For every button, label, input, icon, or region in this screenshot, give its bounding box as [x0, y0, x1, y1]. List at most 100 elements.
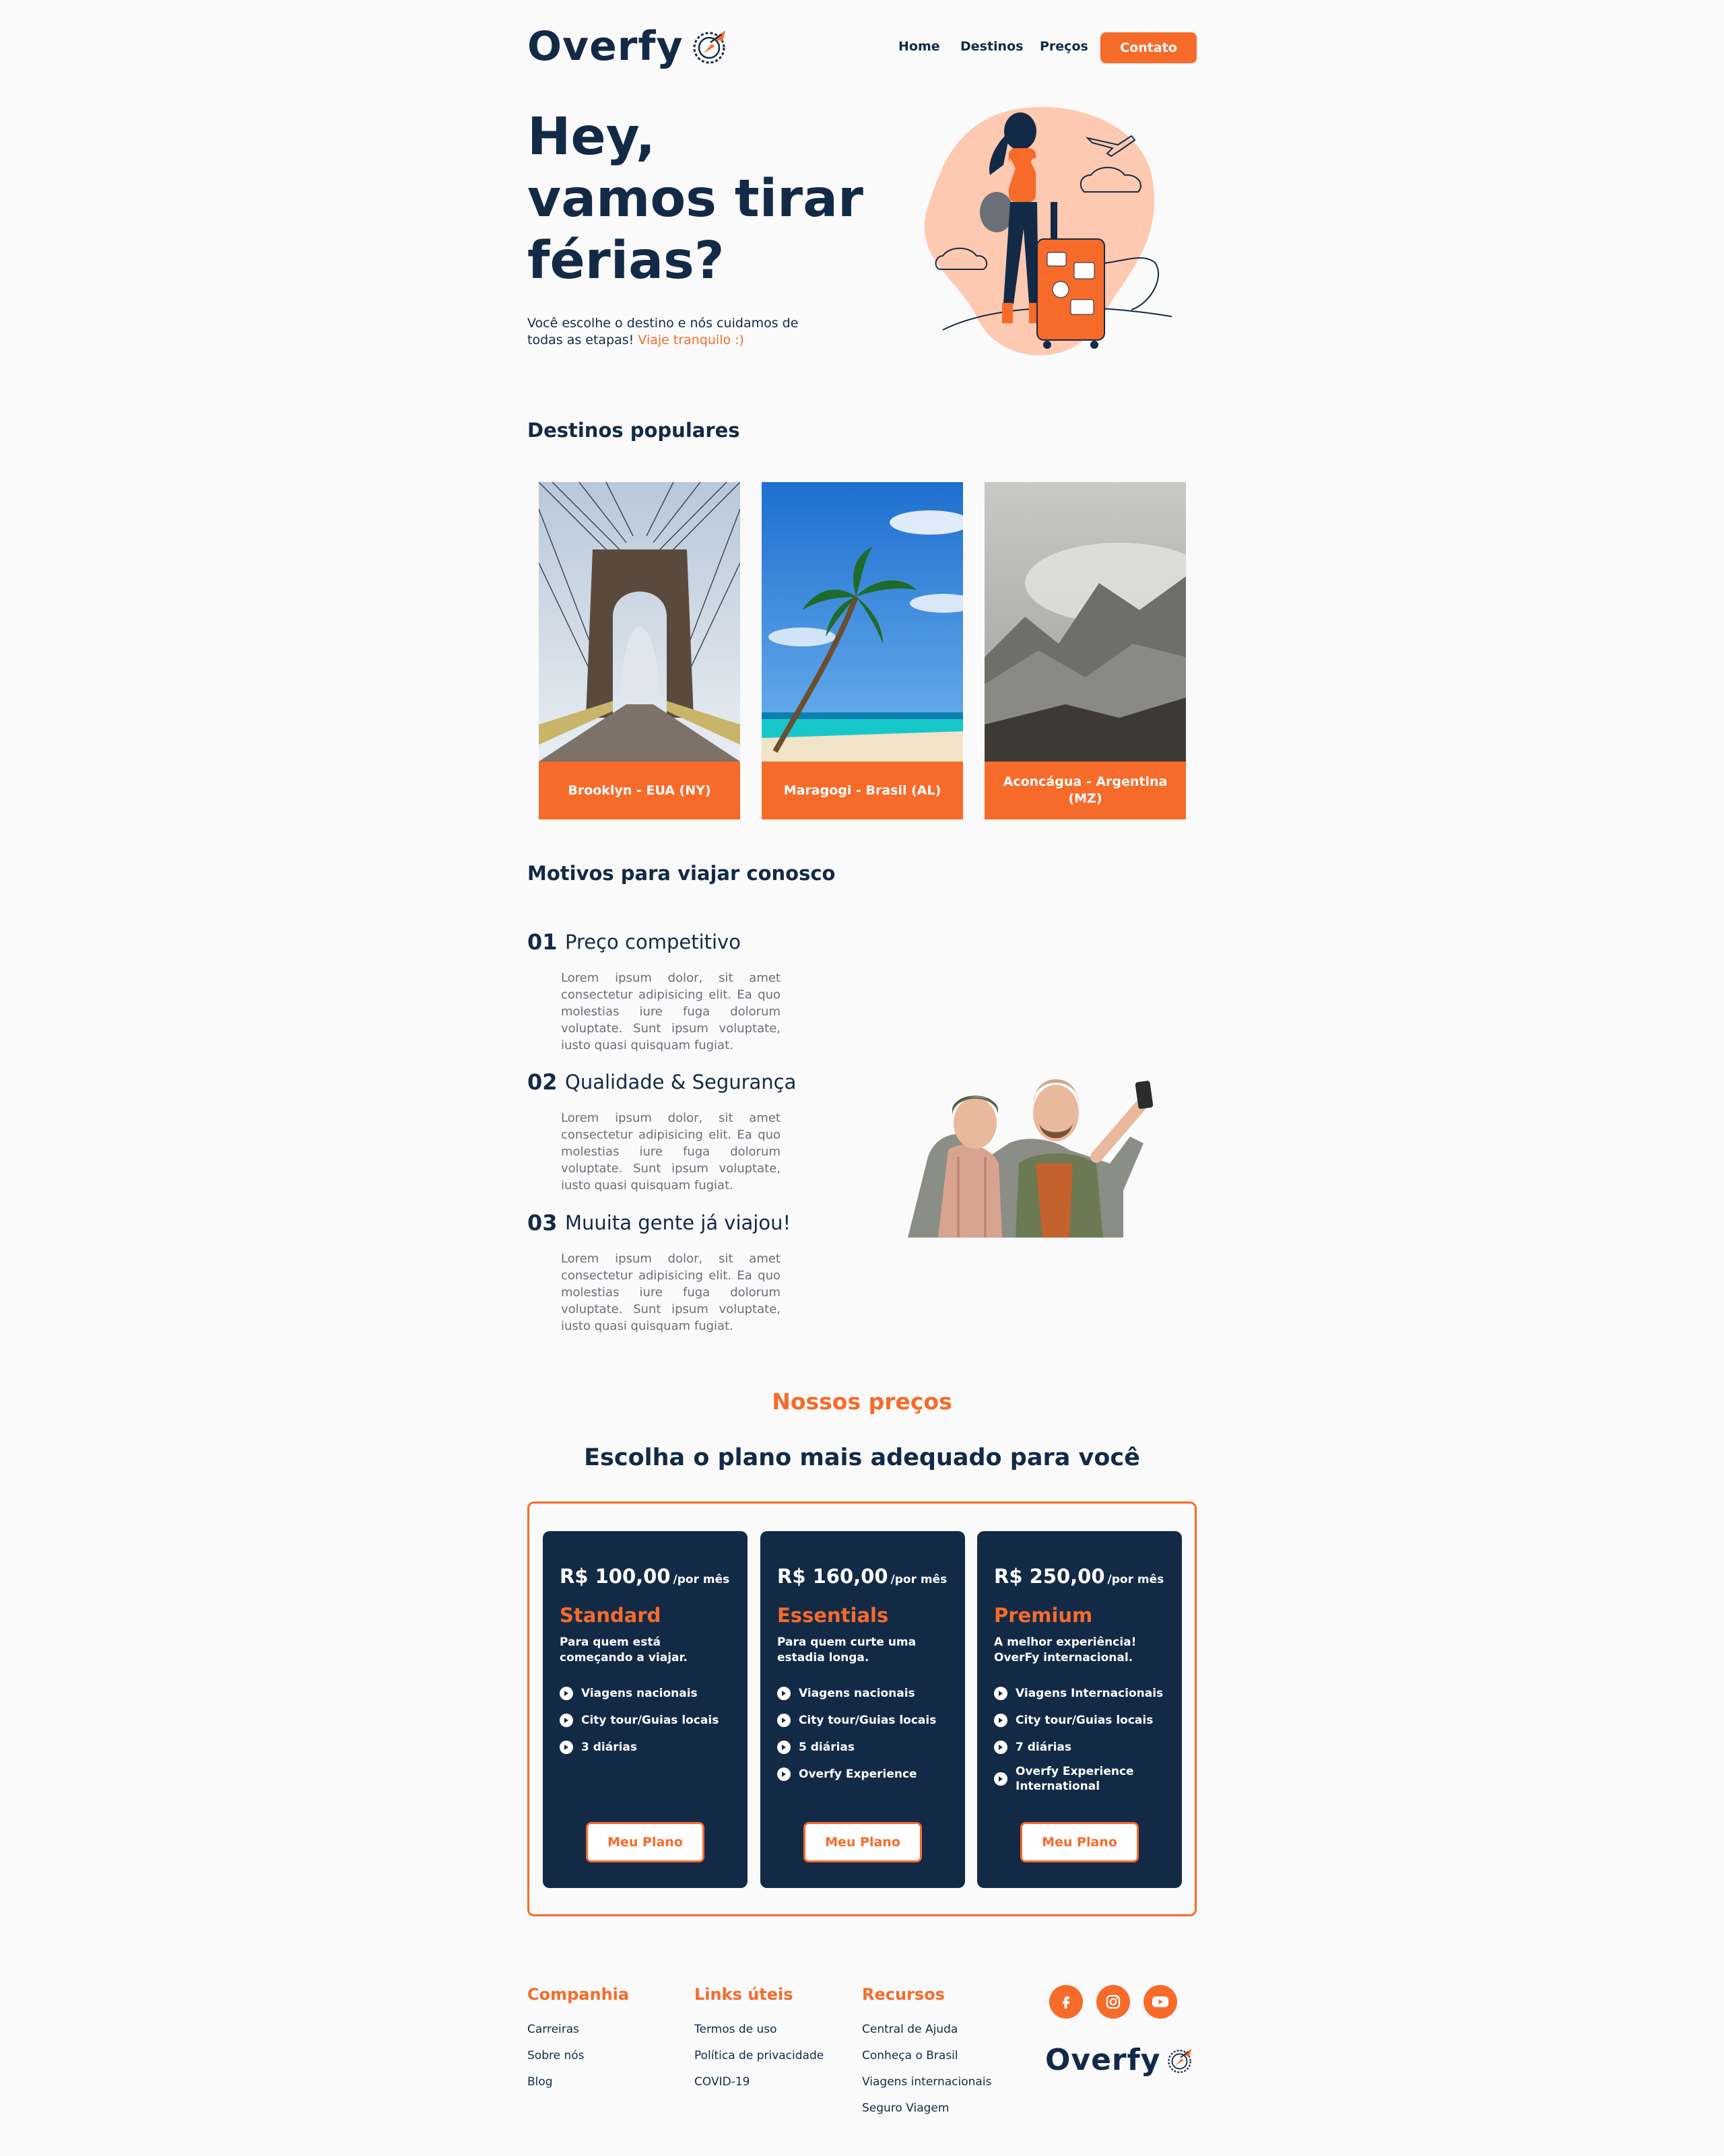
footer-link[interactable]: Termos de uso	[694, 2023, 777, 2036]
destinations-title: Destinos populares	[527, 419, 740, 442]
contact-button[interactable]: Contato	[1100, 32, 1197, 63]
plan-description: Para quem está começando a viajar.	[560, 1636, 688, 1664]
plan-description: Para quem curte uma estadia longa.	[777, 1636, 917, 1664]
plan-price-period: /por mês	[1107, 1573, 1164, 1586]
footer-link[interactable]: Política de privacidade	[694, 2049, 824, 2062]
plan-card-premium: R$ 250,00/por mês Premium A melhor exper…	[977, 1531, 1182, 1888]
compass-plane-icon	[1168, 2048, 1192, 2073]
plan-feature: Overfy Experience International	[994, 1764, 1176, 1794]
traveler-with-suitcase-illustration	[924, 106, 1172, 356]
couple-selfie-photo	[908, 1079, 1154, 1238]
plan-feature: 3 diárias	[560, 1740, 741, 1755]
plan-name: Essentials	[777, 1604, 889, 1627]
reason-text: Lorem ipsum dolor, sit amet consectetur …	[561, 971, 781, 1052]
plan-feature: Overfy Experience	[777, 1767, 959, 1782]
reason-text: Lorem ipsum dolor, sit amet consectetur …	[561, 1111, 781, 1192]
plan-name: Premium	[994, 1604, 1093, 1627]
reason-text: Lorem ipsum dolor, sit amet consectetur …	[561, 1252, 781, 1333]
plan-price-amount: R$ 160,00	[777, 1565, 888, 1588]
destination-label: Aconcágua - Argentina (MZ)	[985, 762, 1186, 819]
plan-feature: Viagens nacionais	[777, 1686, 959, 1701]
hero-title-line: vamos tirar	[527, 169, 864, 229]
hero-title-line: férias?	[527, 231, 725, 291]
beach-palm-tree-photo	[762, 482, 963, 762]
plan-feature-label: 5 diárias	[799, 1741, 855, 1754]
plan-feature: City tour/Guias locais	[777, 1713, 959, 1728]
plan-price: R$ 250,00/por mês	[994, 1565, 1164, 1588]
play-circle-icon	[560, 1714, 573, 1727]
destination-card[interactable]: Maragogi - Brasil (AL)	[762, 482, 963, 819]
footer-link[interactable]: Conheça o Brasil	[862, 2049, 958, 2062]
play-circle-icon	[777, 1767, 791, 1781]
reason-title: Muuita gente já viajou!	[565, 1211, 791, 1234]
play-circle-icon	[777, 1714, 791, 1727]
hero-subtitle-accent: Viaje tranquilo :)	[638, 333, 744, 347]
select-plan-button[interactable]: Meu Plano	[586, 1822, 704, 1862]
reason-title: Preço competitivo	[565, 931, 741, 953]
logo-text: Overfy	[1045, 2043, 1161, 2077]
plan-feature-label: City tour/Guias locais	[581, 1714, 719, 1727]
plan-feature: Viagens nacionais	[560, 1686, 741, 1701]
header-logo[interactable]: Overfy	[527, 23, 731, 70]
footer-column-title: Recursos	[862, 1985, 945, 2004]
play-circle-icon	[994, 1741, 1007, 1754]
destination-card[interactable]: Brooklyn - EUA (NY)	[539, 482, 740, 819]
hero-title: Hey, vamos tirar férias?	[527, 106, 863, 292]
reason-number: 03	[527, 1210, 558, 1236]
plan-price: R$ 160,00/por mês	[777, 1565, 947, 1588]
footer-column-title: Links úteis	[694, 1985, 793, 2004]
plan-feature: City tour/Guias locais	[560, 1713, 741, 1728]
footer-link[interactable]: Central de Ajuda	[862, 2023, 958, 2036]
reason-title: Qualidade & Segurança	[565, 1071, 797, 1093]
plan-price-amount: R$ 250,00	[994, 1565, 1105, 1588]
instagram-icon[interactable]	[1096, 1985, 1130, 2019]
destination-label: Brooklyn - EUA (NY)	[539, 762, 740, 819]
plan-feature-label: Viagens nacionais	[799, 1687, 915, 1700]
play-circle-icon	[994, 1714, 1007, 1727]
footer-link[interactable]: COVID-19	[694, 2075, 750, 2089]
play-circle-icon	[994, 1687, 1007, 1700]
nav-destinos[interactable]: Destinos	[960, 39, 1023, 54]
plan-feature-label: Overfy Experience	[799, 1767, 917, 1781]
plan-feature-label: 7 diárias	[1016, 1741, 1072, 1754]
nav-precos[interactable]: Preços	[1040, 39, 1088, 54]
youtube-icon[interactable]	[1143, 1985, 1177, 2019]
plan-feature-label: Viagens Internacionais	[1016, 1687, 1164, 1700]
plan-feature-label: Overfy Experience International	[1016, 1765, 1134, 1793]
reason-number: 02	[527, 1069, 558, 1095]
logo-text: Overfy	[527, 23, 684, 70]
footer-link[interactable]: Sobre nós	[527, 2049, 585, 2062]
play-circle-icon	[777, 1741, 791, 1754]
plan-feature: City tour/Guias locais	[994, 1713, 1176, 1728]
destination-card[interactable]: Aconcágua - Argentina (MZ)	[985, 482, 1186, 819]
reasons-title: Motivos para viajar conosco	[527, 862, 836, 885]
plan-feature-label: Viagens nacionais	[581, 1687, 698, 1700]
plan-feature: 7 diárias	[994, 1740, 1176, 1755]
pricing-kicker: Nossos preços	[772, 1388, 952, 1415]
play-circle-icon	[560, 1687, 573, 1700]
plan-name: Standard	[560, 1604, 661, 1627]
plan-feature-label: City tour/Guias locais	[1016, 1714, 1154, 1727]
plan-card-standard: R$ 100,00/por mês Standard Para quem est…	[543, 1531, 748, 1888]
play-circle-icon	[994, 1772, 1007, 1786]
select-plan-button[interactable]: Meu Plano	[1020, 1822, 1139, 1862]
select-plan-button[interactable]: Meu Plano	[803, 1822, 922, 1862]
compass-plane-icon	[693, 30, 725, 64]
plan-feature-label: City tour/Guias locais	[799, 1714, 937, 1727]
footer-link[interactable]: Blog	[527, 2075, 553, 2089]
footer-link[interactable]: Carreiras	[527, 2023, 579, 2036]
brooklyn-bridge-photo	[539, 482, 740, 762]
footer-link[interactable]: Viagens internacionais	[862, 2075, 991, 2089]
destination-label: Maragogi - Brasil (AL)	[762, 762, 963, 819]
plan-price-period: /por mês	[673, 1573, 730, 1586]
pricing-title: Escolha o plano mais adequado para você	[584, 1444, 1140, 1471]
facebook-icon[interactable]	[1049, 1985, 1083, 2019]
plan-feature-label: 3 diárias	[581, 1741, 638, 1754]
plan-price-period: /por mês	[890, 1573, 948, 1586]
plan-feature: Viagens Internacionais	[994, 1686, 1176, 1701]
footer-link[interactable]: Seguro Viagem	[862, 2101, 949, 2115]
footer-logo[interactable]: Overfy	[1045, 2043, 1195, 2077]
plan-card-essentials: R$ 160,00/por mês Essentials Para quem c…	[760, 1531, 965, 1888]
nav-home[interactable]: Home	[898, 39, 940, 54]
hero-subtitle: Você escolhe o destino e nós cuidamos de…	[527, 315, 817, 349]
